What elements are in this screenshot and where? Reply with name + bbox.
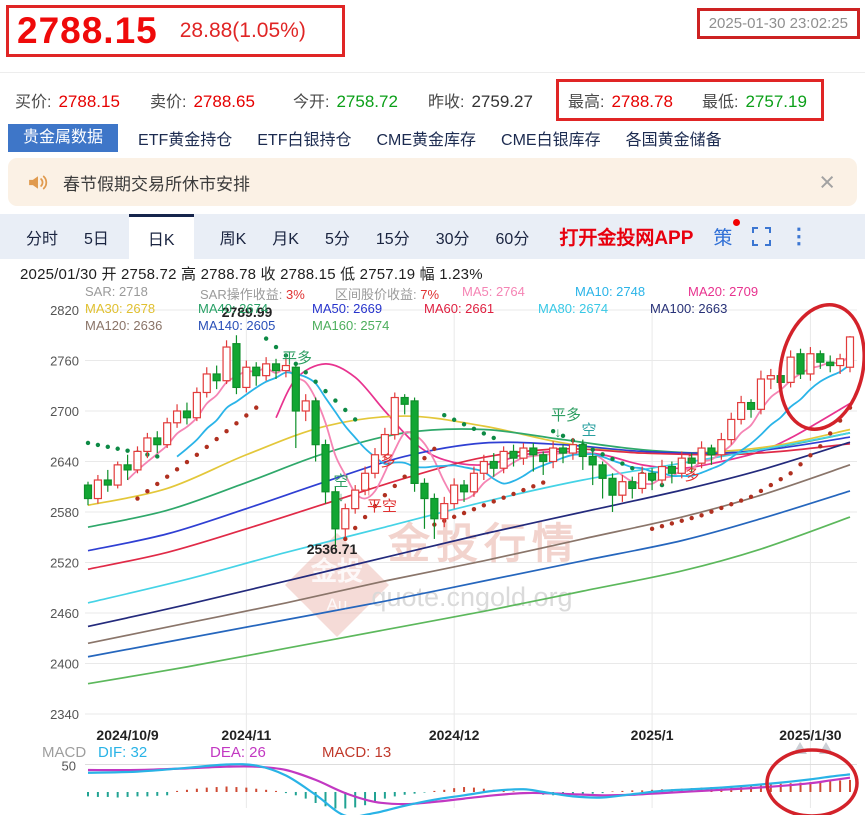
timestamp-box: 2025-01-30 23:02:25 [696, 8, 860, 39]
tab-precious-metal-data[interactable]: 贵金属数据 [8, 124, 119, 152]
period-daily-k[interactable]: 日K [128, 214, 194, 259]
price-box: 2788.15 28.88(1.05%) [6, 5, 345, 57]
svg-text:MACD: 13: MACD: 13 [322, 744, 391, 761]
notice-bar: 春节假期交易所休市安排 × [8, 158, 857, 206]
tab-cme-gold-stock[interactable]: CME黄金库存 [376, 126, 476, 150]
svg-text:空: 空 [333, 473, 348, 490]
period-week-k[interactable]: 周K [220, 225, 247, 249]
svg-text:多: 多 [380, 453, 395, 470]
svg-text:平多: 平多 [282, 350, 312, 367]
data-tab-bar: 贵金属数据 ETF黄金持仓 ETF白银持仓 CME黄金库存 CME白银库存 各国… [8, 124, 865, 152]
svg-text:2820: 2820 [50, 303, 79, 318]
svg-text:金投行情: 金投行情 [387, 520, 580, 567]
period-month-k[interactable]: 月K [272, 225, 299, 249]
price-change: 28.88(1.05%) [179, 19, 306, 42]
svg-text:2640: 2640 [50, 455, 79, 470]
svg-text:2024/10/9: 2024/10/9 [96, 727, 158, 743]
current-price: 2788.15 [17, 10, 158, 51]
svg-text:平空: 平空 [367, 498, 397, 515]
strategy-icon[interactable]: 策 [713, 219, 741, 250]
svg-text:2340: 2340 [50, 707, 79, 722]
speaker-icon [26, 170, 51, 195]
more-menu-icon[interactable]: ⋮ [788, 224, 809, 249]
period-realtime[interactable]: 分时 [26, 225, 58, 249]
notice-link[interactable]: 春节假期交易所休市安排 [63, 170, 250, 195]
indicator-ma10: MA10: 2748 [575, 284, 646, 299]
indicator-ma5: MA5: 2764 [462, 284, 525, 299]
header-divider [0, 72, 865, 73]
indicator-ma140: MA140: 2605 [198, 318, 276, 333]
svg-text:2025/1: 2025/1 [631, 727, 674, 743]
indicator-ma20: MA20: 2709 [688, 284, 759, 299]
svg-text:2520: 2520 [50, 556, 79, 571]
svg-text:空: 空 [581, 422, 596, 439]
svg-text:↑: ↑ [687, 449, 694, 465]
tab-etf-gold-holdings[interactable]: ETF黄金持仓 [138, 126, 232, 150]
svg-text:2460: 2460 [50, 606, 79, 621]
quote-high: 最高: 2788.78 [568, 92, 673, 111]
svg-text:2024/12: 2024/12 [429, 727, 480, 743]
indicator-ma50: MA50: 2669 [312, 301, 383, 316]
svg-text:多: 多 [684, 467, 699, 484]
quote-open-today: 今开: 2758.72 [293, 92, 398, 111]
indicator-ma40: MA40: 2674 [198, 301, 269, 316]
indicator-ma120: MA120: 2636 [85, 318, 163, 333]
tab-cme-silver-stock[interactable]: CME白银库存 [501, 126, 601, 150]
period-60min[interactable]: 60分 [496, 225, 530, 249]
quote-buy-price: 买价: 2788.15 [15, 92, 120, 111]
indicator-ma80: MA80: 2674 [538, 301, 609, 316]
period-30min[interactable]: 30分 [436, 225, 470, 249]
svg-text:2700: 2700 [50, 404, 79, 419]
candlestick-chart[interactable]: 282027602700264025802520246024002340金投Au… [0, 280, 865, 815]
tab-national-gold-reserves[interactable]: 各国黄金储备 [626, 126, 722, 150]
svg-text:2025/1/30: 2025/1/30 [779, 727, 841, 743]
period-5min[interactable]: 5分 [325, 225, 350, 249]
quote-prev-close: 昨收: 2759.27 [428, 92, 533, 111]
svg-text:↑: ↑ [366, 482, 373, 498]
svg-text:平多: 平多 [551, 407, 581, 424]
indicator-ma30: MA30: 2678 [85, 301, 156, 316]
svg-text:金投: 金投 [310, 556, 363, 586]
chart-toolbar: 分时 5日 日K 周K 月K 5分 15分 30分 60分 打开金投网APP 策… [0, 214, 865, 259]
indicator-ma60: MA60: 2661 [424, 301, 495, 316]
svg-text:↓: ↓ [338, 489, 345, 504]
indicator-ma160: MA160: 2574 [312, 318, 390, 333]
quote-low: 最低: 2757.19 [702, 92, 807, 111]
indicator-ma100: MA100: 2663 [650, 301, 728, 316]
indicator-sar: SAR: 2718 [85, 284, 148, 299]
svg-text:2580: 2580 [50, 505, 79, 520]
open-app-link[interactable]: 打开金投网APP [559, 223, 693, 250]
svg-text:2760: 2760 [50, 354, 79, 369]
quote-sell-price: 卖价: 2788.65 [150, 92, 255, 111]
svg-text:2024/11: 2024/11 [221, 727, 271, 743]
tab-etf-silver-holdings[interactable]: ETF白银持仓 [257, 126, 351, 150]
svg-text:2400: 2400 [50, 657, 79, 672]
svg-text:DIF: 32: DIF: 32 [98, 744, 147, 761]
svg-text:2536.71: 2536.71 [307, 541, 358, 557]
svg-text:DEA: 26: DEA: 26 [210, 744, 266, 761]
close-icon[interactable]: × [819, 168, 835, 196]
svg-text:↓: ↓ [555, 424, 562, 440]
period-5day[interactable]: 5日 [84, 225, 109, 249]
fullscreen-icon[interactable] [752, 227, 772, 246]
notification-dot [733, 219, 741, 226]
svg-text:MACD: MACD [42, 744, 86, 761]
period-15min[interactable]: 15分 [376, 225, 410, 249]
